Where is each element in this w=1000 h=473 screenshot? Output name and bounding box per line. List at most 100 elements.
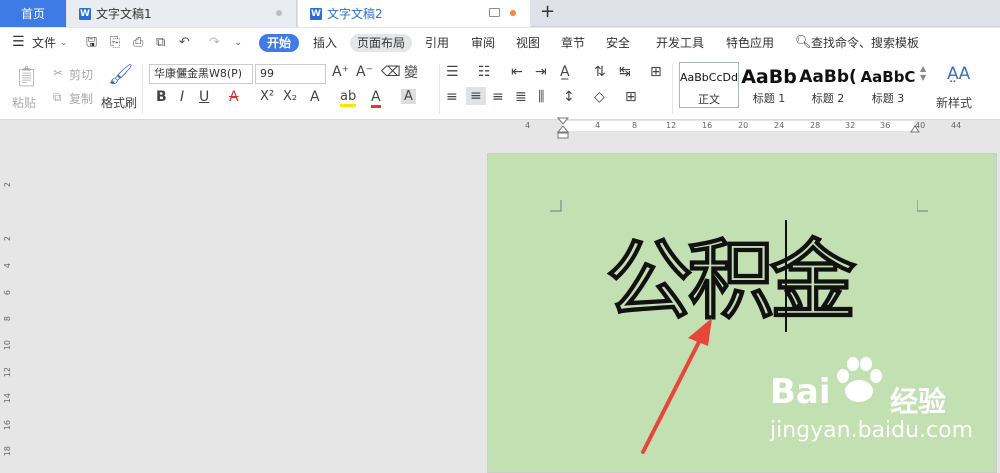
export-icon[interactable]: ⎘ bbox=[110, 34, 120, 52]
hollow-text-display[interactable]: 公积金 bbox=[606, 224, 876, 324]
margin-corner-mark bbox=[917, 200, 928, 212]
tab-document-2[interactable]: W 文字文稿2 bbox=[298, 0, 530, 27]
highlight-icon[interactable]: ab bbox=[340, 89, 357, 107]
margin-corner-mark bbox=[550, 200, 562, 212]
command-search[interactable]: 查找命令、搜索模板 bbox=[811, 34, 919, 52]
text-effect-icon[interactable]: A bbox=[310, 89, 320, 105]
underline-icon[interactable]: U bbox=[199, 89, 209, 105]
clear-format-icon[interactable]: ⌫ bbox=[381, 64, 401, 80]
superscript-icon[interactable]: X² bbox=[260, 89, 274, 104]
char-shading-icon[interactable]: A bbox=[401, 89, 416, 104]
ruler-tick: 44 bbox=[951, 121, 962, 130]
table-grid-icon[interactable]: ⊞ bbox=[650, 64, 662, 80]
distribute-icon[interactable]: ⫼ bbox=[538, 89, 544, 105]
subscript-icon[interactable]: X₂ bbox=[283, 89, 297, 104]
undo-icon[interactable]: ↶ bbox=[179, 34, 190, 52]
ribbon-toolbar: 📋︎ 粘贴 ✂ 剪切 ⧉ 复制 🖌︎ 格式刷 华康儷金黑W8(P) 99 A⁺ … bbox=[0, 58, 1000, 120]
tab-home[interactable]: 首页 bbox=[0, 0, 66, 27]
menu-page-layout[interactable]: 页面布局 bbox=[350, 34, 413, 52]
menu-security[interactable]: 安全 bbox=[606, 34, 630, 52]
phonetic-guide-icon[interactable]: 變 bbox=[404, 62, 418, 82]
numbered-list-icon[interactable]: ☷ bbox=[478, 64, 491, 80]
font-size-select[interactable]: 99 bbox=[255, 64, 326, 84]
monitor-icon[interactable] bbox=[489, 8, 500, 17]
watermark-suffix: 经验 bbox=[890, 385, 947, 418]
paste-icon[interactable]: 📋︎ bbox=[14, 64, 39, 88]
tab-bar: 首页 W 文字文稿1 W 文字文稿2 + bbox=[0, 0, 1000, 27]
bullet-list-icon[interactable]: ☰ bbox=[446, 64, 459, 80]
new-tab-button[interactable]: + bbox=[540, 1, 555, 22]
copy-button[interactable]: 复制 bbox=[69, 90, 93, 107]
indent-marker-icon[interactable] bbox=[556, 117, 570, 139]
ruler-tick: 4 bbox=[525, 121, 531, 130]
styles-scroll-icon[interactable]: ▲ ▼ bbox=[920, 64, 926, 82]
line-spacing-icon[interactable]: ↕ bbox=[563, 89, 575, 105]
menu-references[interactable]: 引用 bbox=[425, 34, 449, 52]
style-heading-3[interactable]: AaBbC 标题 3 bbox=[858, 62, 918, 108]
vruler-tick: 10 bbox=[3, 340, 12, 351]
show-marks-icon[interactable]: ↹ bbox=[619, 64, 631, 80]
format-painter-button[interactable]: 格式刷 bbox=[101, 94, 137, 111]
sort-icon[interactable]: ⇅ bbox=[594, 64, 606, 80]
grow-font-icon[interactable]: A⁺ bbox=[332, 64, 349, 80]
vruler-tick: 14 bbox=[3, 393, 12, 404]
vruler-tick: 12 bbox=[3, 367, 12, 378]
chinese-layout-icon[interactable]: A̲ bbox=[560, 64, 570, 80]
menu-developer-tools[interactable]: 开发工具 bbox=[656, 34, 704, 52]
text-cursor bbox=[785, 220, 787, 332]
menu-review[interactable]: 审阅 bbox=[471, 34, 495, 52]
font-color-icon[interactable]: A bbox=[371, 89, 381, 108]
right-indent-marker-icon[interactable] bbox=[910, 125, 920, 133]
new-style-button[interactable]: 新样式 bbox=[936, 94, 972, 111]
copy-icon[interactable]: ⧉ bbox=[53, 90, 62, 105]
document-page[interactable]: 公积金 Bai 经验 jingyan.baidu.com bbox=[487, 153, 997, 473]
redo-icon[interactable]: ↷ bbox=[209, 34, 220, 52]
style-heading-1[interactable]: AaBb 标题 1 bbox=[740, 62, 798, 108]
shrink-font-icon[interactable]: A⁻ bbox=[356, 64, 373, 80]
style-heading-2[interactable]: AaBb( 标题 2 bbox=[799, 62, 857, 108]
strikethrough-icon[interactable]: A bbox=[229, 89, 239, 105]
menu-view[interactable]: 视图 bbox=[516, 34, 540, 52]
menu-chapter[interactable]: 章节 bbox=[561, 34, 585, 52]
cut-button[interactable]: 剪切 bbox=[69, 66, 93, 83]
ruler-tick: 4 bbox=[595, 121, 601, 130]
unsaved-dot-icon[interactable] bbox=[510, 10, 516, 16]
bold-icon[interactable]: B bbox=[156, 89, 167, 105]
save-icon[interactable]: 🖫 bbox=[86, 34, 97, 52]
ruler-tick: 8 bbox=[632, 121, 638, 130]
increase-indent-icon[interactable]: ⇥ bbox=[535, 64, 547, 80]
format-painter-icon[interactable]: 🖌︎ bbox=[108, 62, 133, 86]
chevron-down-icon[interactable]: ⌄ bbox=[60, 34, 68, 52]
align-left-icon[interactable]: ≡ bbox=[446, 89, 458, 105]
print-preview-icon[interactable]: ⧉ bbox=[156, 34, 165, 52]
menu-insert[interactable]: 插入 bbox=[313, 34, 337, 52]
align-right-icon[interactable]: ≡ bbox=[492, 89, 504, 105]
ruler-tick: 16 bbox=[702, 121, 713, 130]
ruler-tick: 36 bbox=[880, 121, 891, 130]
search-icon[interactable]: 🔍︎ bbox=[795, 34, 812, 52]
italic-icon[interactable]: I bbox=[180, 89, 184, 105]
tab-document-1[interactable]: W 文字文稿1 bbox=[67, 0, 297, 27]
style-label: 标题 2 bbox=[811, 92, 845, 105]
decrease-indent-icon[interactable]: ⇤ bbox=[511, 64, 523, 80]
ruler-tick: 24 bbox=[774, 121, 785, 130]
hamburger-icon[interactable]: ☰ bbox=[12, 33, 25, 51]
paste-button[interactable]: 粘贴 bbox=[12, 94, 36, 111]
align-center-icon[interactable]: ≡ bbox=[466, 87, 486, 105]
tab-close-dot-icon[interactable] bbox=[276, 10, 282, 16]
style-normal[interactable]: AaBbCcDd 正文 bbox=[679, 62, 739, 108]
ruler-tick: 28 bbox=[810, 121, 821, 130]
justify-icon[interactable]: ≣ bbox=[515, 89, 527, 105]
print-icon[interactable]: ⎙ bbox=[133, 34, 143, 52]
baidu-paw-logo bbox=[837, 357, 882, 402]
borders-icon[interactable]: ⊞ bbox=[625, 89, 637, 105]
font-name-select[interactable]: 华康儷金黑W8(P) bbox=[149, 64, 253, 84]
menu-start[interactable]: 开始 bbox=[259, 34, 300, 52]
shading-icon[interactable]: ◇ bbox=[594, 89, 605, 105]
new-style-icon[interactable]: A̤A bbox=[947, 64, 970, 84]
scissors-icon[interactable]: ✂ bbox=[53, 66, 63, 80]
divider bbox=[142, 64, 143, 114]
customize-icon[interactable]: ⌄ bbox=[234, 34, 242, 52]
menu-special-apps[interactable]: 特色应用 bbox=[726, 34, 774, 52]
menu-file[interactable]: 文件 bbox=[32, 34, 56, 52]
